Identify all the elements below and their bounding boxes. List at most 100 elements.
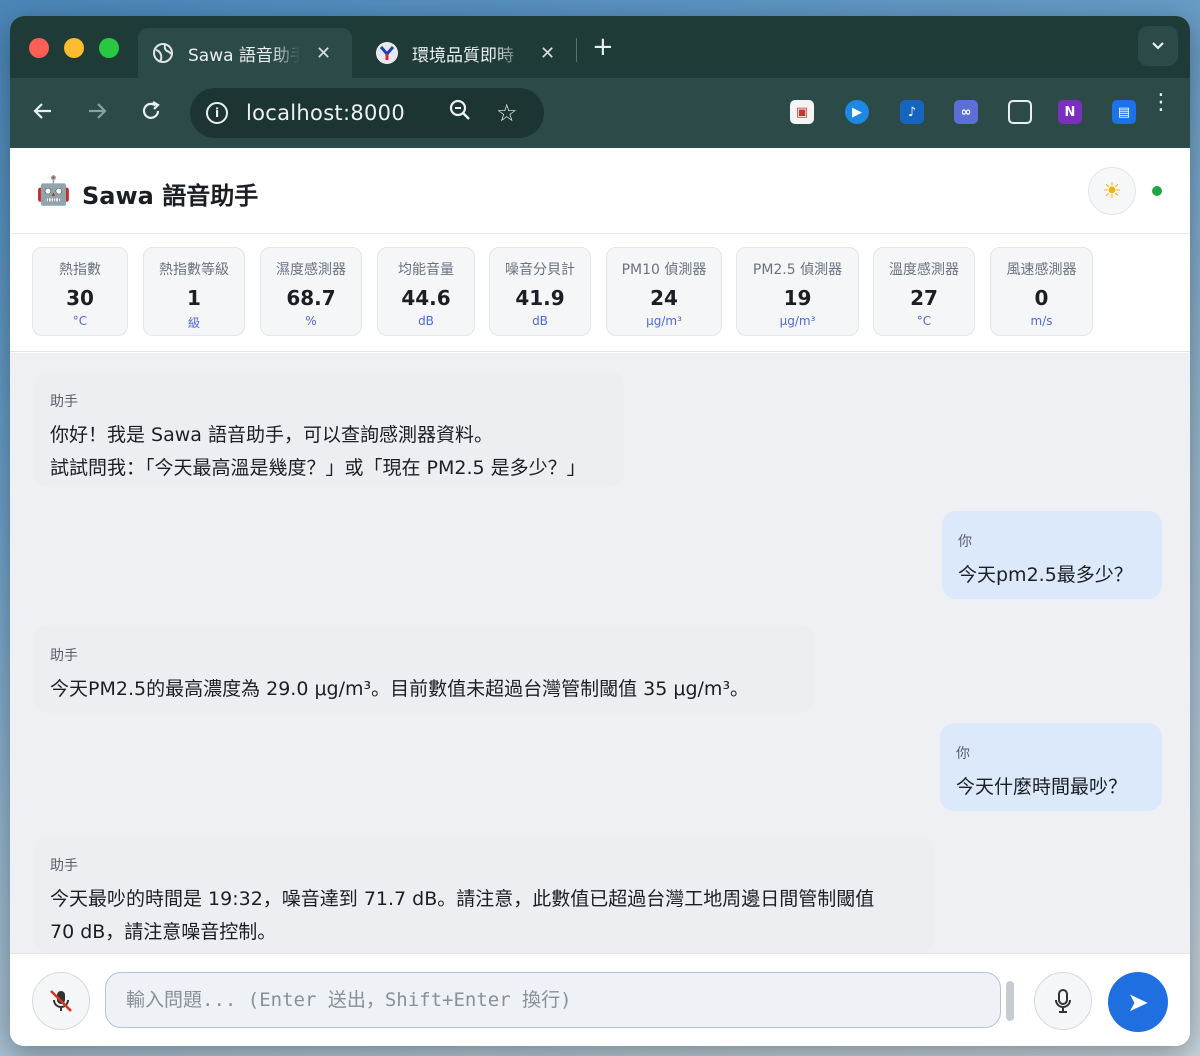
tab-title: 環境品質即時: [412, 45, 514, 66]
sun-icon: ☀: [1102, 178, 1122, 204]
message-sender: 你: [958, 534, 972, 550]
sensor-card-heat-level: 熱指數等級 1 級: [143, 247, 245, 336]
tab-sawa[interactable]: Sawa 語音助手 ✕: [138, 28, 352, 78]
forward-arrow-icon[interactable]: [86, 100, 108, 126]
sensor-card-temperature: 溫度感測器 27 °C: [873, 247, 975, 336]
close-window-button[interactable]: [29, 38, 49, 58]
connection-status-dot: [1152, 186, 1162, 196]
robot-icon: 🤖: [36, 174, 71, 207]
browser-toolbar: i localhost:8000 ☆ ▣ ▶ ♪ ∞ N ▤ ⋮: [10, 78, 1190, 148]
app-root: 🤖 Sawa 語音助手 ☀ 熱指數 30 °C 熱指數等級 1 級 濕度感測器 …: [10, 148, 1190, 1046]
app-header: 🤖 Sawa 語音助手 ☀: [10, 148, 1190, 234]
sensor-label: 熱指數: [59, 262, 101, 278]
sensor-card-noise: 噪音分貝計 41.9 dB: [489, 247, 591, 336]
sensor-value: 19: [783, 286, 812, 310]
sensor-value: 0: [1034, 286, 1049, 310]
tab-strip: Sawa 語音助手 ✕ 環境品質即時 ✕ +: [10, 16, 1190, 78]
sensor-card-humidity: 濕度感測器 68.7 %: [260, 247, 362, 336]
sensor-label: 熱指數等級: [159, 262, 229, 278]
sensor-unit: dB: [418, 314, 434, 328]
composer: ➤: [10, 953, 1190, 1046]
sensor-card-pm25: PM2.5 偵測器 19 μg/m³: [736, 247, 859, 336]
assistant-message: 助手 你好！我是 Sawa 語音助手，可以查詢感測器資料。 試試問我：「今天最高…: [34, 371, 624, 487]
sensor-value: 30: [66, 286, 94, 310]
sensor-label: 均能音量: [398, 262, 454, 278]
input-scrollbar[interactable]: [1006, 981, 1014, 1021]
message-sender: 助手: [50, 394, 78, 410]
send-arrow-icon: ➤: [1127, 986, 1149, 1017]
message-text: 今天最吵的時間是 19:32，噪音達到 71.7 dB。請注意，此數值已超過台灣…: [50, 888, 875, 943]
message-sender: 助手: [50, 858, 78, 874]
sensor-value: 24: [650, 286, 678, 310]
bookmark-star-icon[interactable]: ☆: [496, 99, 518, 127]
app-title: Sawa 語音助手: [82, 182, 259, 210]
sensor-value: 27: [910, 286, 938, 310]
tab-search-chevron-icon[interactable]: [1138, 26, 1178, 66]
zoom-icon[interactable]: [448, 98, 472, 128]
user-message: 你 今天什麼時間最吵？: [940, 723, 1162, 811]
tab-title: Sawa 語音助手: [188, 45, 300, 66]
mic-toggle-button[interactable]: [32, 972, 90, 1030]
sensor-label: 濕度感測器: [276, 262, 346, 278]
tab-env-quality[interactable]: 環境品質即時 ✕: [368, 28, 574, 78]
sensor-unit: °C: [916, 314, 932, 328]
sensor-unit: μg/m³: [646, 314, 682, 328]
sensor-label: 風速感測器: [1006, 262, 1077, 278]
close-tab-icon[interactable]: ✕: [316, 43, 331, 64]
sensor-card-wind: 風速感測器 0 m/s: [990, 247, 1093, 336]
chat-history: 助手 你好！我是 Sawa 語音助手，可以查詢感測器資料。 試試問我：「今天最高…: [10, 353, 1190, 953]
reload-icon[interactable]: [140, 100, 162, 126]
sensor-bar: 熱指數 30 °C 熱指數等級 1 級 濕度感測器 68.7 % 均能音量 44…: [10, 234, 1190, 352]
back-arrow-icon[interactable]: [32, 100, 54, 126]
sensor-card-pm10: PM10 偵測器 24 μg/m³: [606, 247, 722, 336]
sensor-card-leq: 均能音量 44.6 dB: [377, 247, 475, 336]
extension-music-icon[interactable]: ♪: [900, 100, 924, 124]
theme-toggle-button[interactable]: ☀: [1088, 167, 1136, 215]
url-text: localhost:8000: [246, 101, 405, 125]
address-bar[interactable]: i localhost:8000 ☆: [190, 88, 544, 138]
assistant-message: 助手 今天PM2.5的最高濃度為 29.0 μg/m³。目前數值未超過台灣管制閾…: [34, 625, 814, 713]
minimize-window-button[interactable]: [64, 38, 84, 58]
sensor-unit: dB: [532, 314, 548, 328]
browser-menu-icon[interactable]: ⋮: [1150, 92, 1172, 114]
sensor-unit: %: [305, 314, 317, 328]
send-button[interactable]: ➤: [1108, 972, 1168, 1032]
close-tab-icon[interactable]: ✕: [540, 43, 555, 64]
sensor-label: 溫度感測器: [889, 262, 959, 278]
extension-play-icon[interactable]: ▶: [845, 100, 869, 124]
extensions-puzzle-icon[interactable]: [1008, 100, 1032, 124]
new-tab-icon[interactable]: +: [592, 32, 614, 62]
sensor-unit: °C: [72, 314, 88, 328]
extension-lock-icon[interactable]: ▤: [1112, 100, 1136, 124]
sensor-card-heat-index: 熱指數 30 °C: [32, 247, 128, 336]
sensor-label: PM10 偵測器: [621, 262, 707, 278]
sensor-value: 1: [187, 286, 201, 310]
sensor-value: 41.9: [515, 286, 565, 310]
sensor-label: 噪音分貝計: [505, 262, 575, 278]
fullscreen-window-button[interactable]: [99, 38, 119, 58]
extension-cast-icon[interactable]: ▣: [790, 100, 814, 124]
site-info-icon[interactable]: i: [206, 102, 228, 124]
browser-window: Sawa 語音助手 ✕ 環境品質即時 ✕ + i localhost:8000: [10, 16, 1190, 1046]
mic-off-icon: [50, 990, 72, 1012]
message-text: 今天PM2.5的最高濃度為 29.0 μg/m³。目前數值未超過台灣管制閾值 3…: [50, 678, 750, 700]
microphone-icon: [1055, 989, 1071, 1013]
message-text: 今天pm2.5最多少？: [958, 564, 1133, 586]
sensor-unit: 級: [187, 316, 200, 330]
message-text: 你好！我是 Sawa 語音助手，可以查詢感測器資料。 試試問我：「今天最高溫是幾…: [50, 424, 586, 479]
question-input[interactable]: [105, 972, 1001, 1028]
extension-onenote-icon[interactable]: N: [1058, 100, 1082, 124]
extension-infinity-icon[interactable]: ∞: [954, 100, 978, 124]
sensor-value: 44.6: [401, 286, 451, 310]
sensor-unit: μg/m³: [779, 314, 816, 328]
tab-separator: [576, 38, 577, 62]
message-sender: 助手: [50, 648, 78, 664]
message-sender: 你: [956, 746, 970, 762]
sensor-value: 68.7: [286, 286, 336, 310]
voice-input-button[interactable]: [1034, 972, 1092, 1030]
globe-icon: [152, 42, 174, 64]
assistant-message: 助手 今天最吵的時間是 19:32，噪音達到 71.7 dB。請注意，此數值已超…: [34, 835, 934, 953]
sensor-unit: m/s: [1030, 314, 1053, 328]
y-logo-icon: [376, 42, 398, 64]
sensor-label: PM2.5 偵測器: [752, 262, 843, 278]
